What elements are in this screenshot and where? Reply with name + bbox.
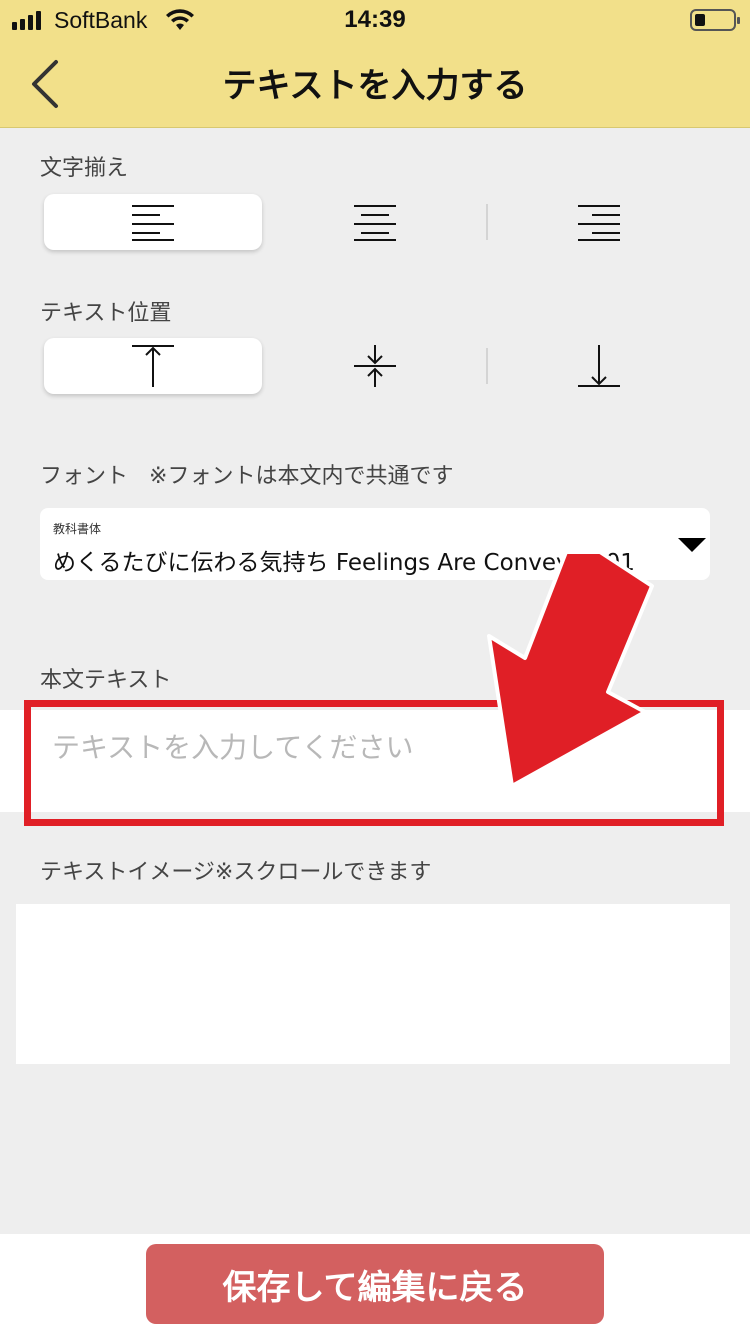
- battery-icon: [690, 9, 740, 31]
- font-selected-value: めくるたびに伝わる気持ち Feelings Are Conveyed 01: [53, 550, 635, 576]
- font-select[interactable]: 教科書体 めくるたびに伝わる気持ち Feelings Are Conveyed …: [40, 508, 710, 580]
- body-text-field-container: [0, 710, 750, 812]
- text-preview-area[interactable]: [16, 904, 730, 1064]
- align-right-button[interactable]: [490, 194, 708, 250]
- clock: 14:39: [344, 6, 406, 33]
- position-middle-button[interactable]: [266, 338, 484, 394]
- font-label: フォント: [40, 464, 129, 489]
- align-left-button[interactable]: [44, 194, 262, 250]
- align-center-icon: [354, 205, 396, 241]
- text-position-segmented-control: [40, 338, 710, 400]
- alignment-label: 文字揃え: [40, 156, 129, 181]
- text-position-label: テキスト位置: [40, 301, 172, 326]
- align-left-icon: [132, 205, 174, 241]
- font-category: 教科書体: [53, 522, 102, 536]
- font-label-row: フォント ※フォントは本文内で共通です: [40, 458, 453, 490]
- align-top-icon: [132, 345, 174, 387]
- align-bottom-icon: [578, 345, 620, 387]
- align-right-icon: [578, 205, 620, 241]
- body-text-label: 本文テキスト: [40, 668, 172, 693]
- header-bar: SoftBank 14:39 テキストを入力する: [0, 0, 750, 128]
- alignment-segmented-control: [40, 194, 710, 256]
- save-and-return-button[interactable]: 保存して編集に戻る: [146, 1244, 604, 1324]
- align-center-button[interactable]: [266, 194, 484, 250]
- align-middle-icon: [354, 345, 396, 387]
- status-bar: SoftBank 14:39: [0, 0, 750, 40]
- font-note: ※フォントは本文内で共通です: [149, 464, 454, 489]
- preview-label: テキストイメージ※スクロールできます: [40, 860, 432, 885]
- page-title: テキストを入力する: [222, 66, 528, 106]
- position-top-button[interactable]: [44, 338, 262, 394]
- body-text-input[interactable]: [30, 710, 720, 810]
- dropdown-caret-icon: [678, 538, 706, 552]
- position-bottom-button[interactable]: [490, 338, 708, 394]
- footer-bar: 保存して編集に戻る: [0, 1234, 750, 1334]
